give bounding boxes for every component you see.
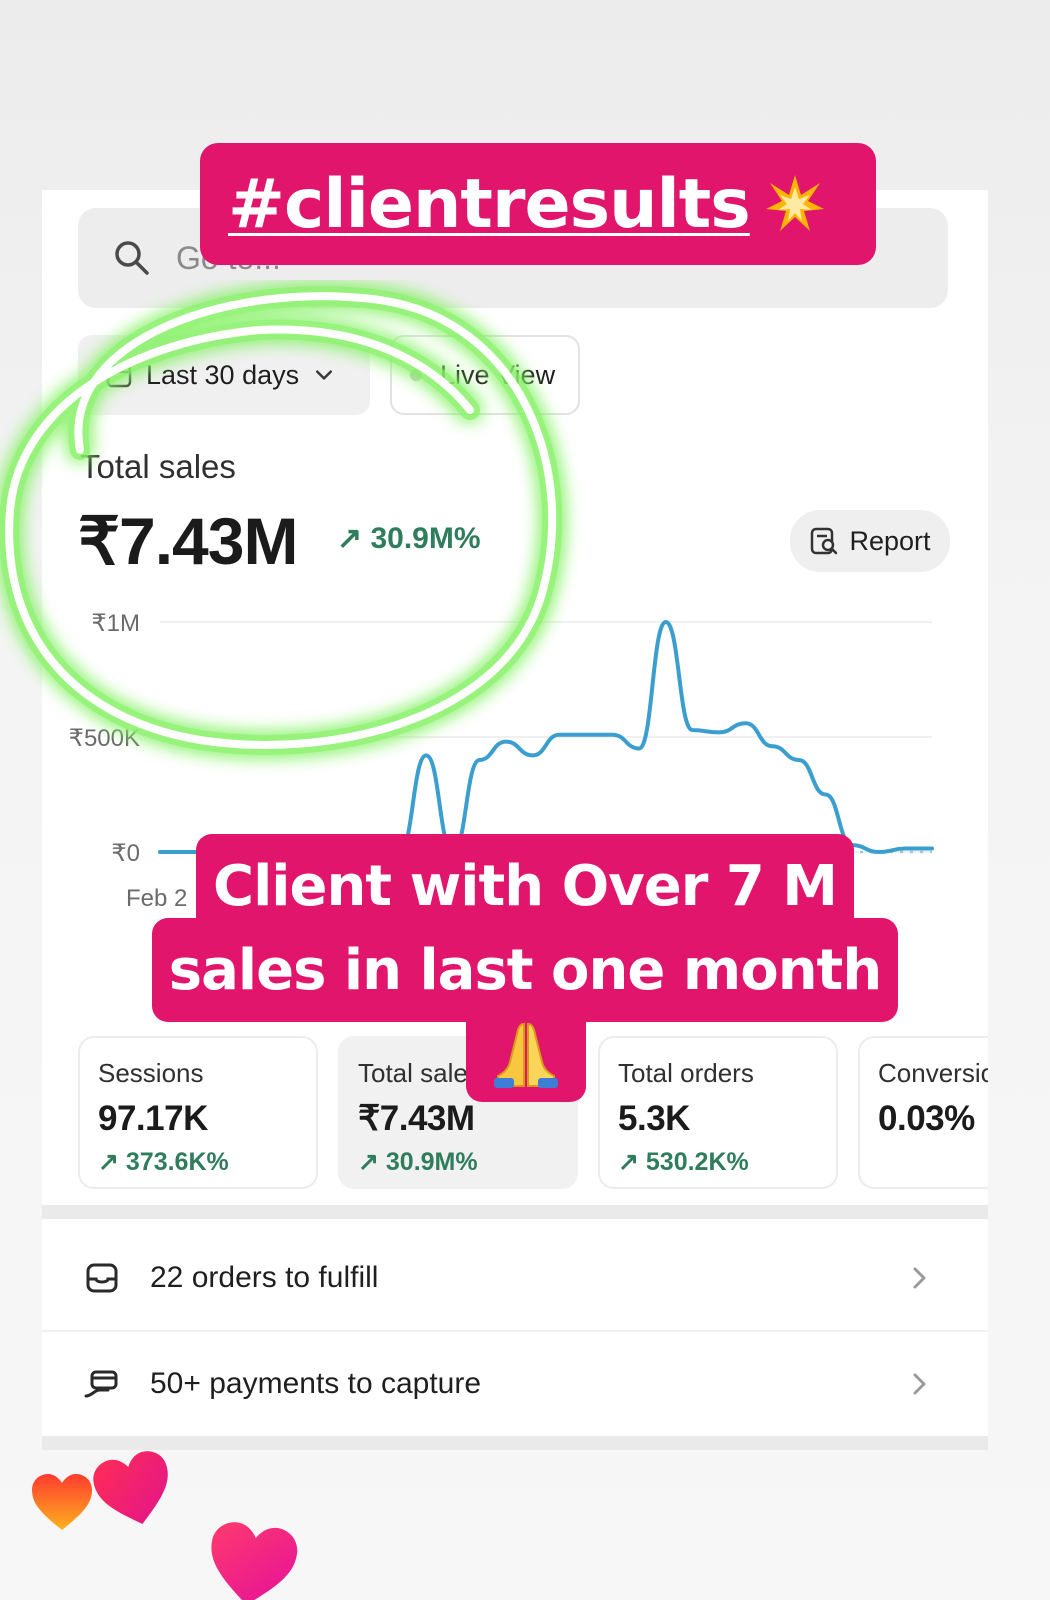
inbox-icon — [86, 1263, 118, 1293]
stat-card-total-orders[interactable]: Total orders 5.3K ↗ 530.2K% — [598, 1036, 838, 1189]
task-row-payments[interactable]: 50+ payments to capture — [42, 1332, 988, 1436]
y-tick-label: ₹500K — [69, 725, 140, 752]
section-divider — [42, 1205, 988, 1219]
stat-value: ₹7.43M — [358, 1099, 475, 1138]
stat-label: Total orders — [618, 1058, 754, 1088]
total-sales-label: Total sales — [80, 448, 236, 485]
chevron-right-icon — [913, 1373, 926, 1395]
total-sales-value: ₹7.43M — [78, 504, 298, 578]
stat-card-sessions[interactable]: Sessions 97.17K ↗ 373.6K% — [78, 1036, 318, 1189]
report-icon — [811, 527, 838, 555]
chevron-down-icon — [316, 370, 333, 380]
heart-sticker — [32, 1474, 92, 1530]
chevron-right-icon — [913, 1267, 926, 1289]
stat-value: 97.17K — [98, 1099, 208, 1138]
hashtag-sticker: #clientresults — [200, 143, 876, 265]
burst-emoji — [765, 175, 824, 231]
y-tick-label: ₹1M — [91, 610, 140, 637]
caption-sticker-line2: sales in last one month — [152, 918, 898, 1022]
live-status-dot — [410, 369, 422, 381]
y-tick-label: ₹0 — [111, 840, 140, 867]
task-label: 22 orders to fulfill — [150, 1261, 379, 1294]
caption-line1-text: Client with Over 7 M — [212, 853, 838, 919]
stat-label: Sessions — [98, 1058, 204, 1088]
date-range-button[interactable]: Last 30 days — [78, 335, 370, 415]
caption-sticker-emoji-front — [466, 1010, 586, 1102]
date-range-label: Last 30 days — [146, 359, 300, 390]
payment-icon — [84, 1370, 118, 1398]
stat-value: 5.3K — [618, 1099, 690, 1138]
task-label: 50+ payments to capture — [150, 1367, 482, 1400]
live-view-label: Live View — [440, 359, 556, 390]
stat-card-conversion[interactable]: Conversion rate 0.03% — [858, 1036, 988, 1189]
report-button[interactable]: Report — [790, 510, 950, 572]
total-sales-delta: ↗ 30.9M% — [337, 522, 481, 555]
heart-sticker — [93, 1451, 168, 1524]
search-icon — [115, 241, 149, 275]
live-view-button[interactable]: Live View — [390, 335, 580, 415]
pray-emoji — [494, 1022, 558, 1088]
stat-value: 0.03% — [878, 1099, 975, 1138]
stat-delta: ↗ 30.9M% — [358, 1148, 478, 1176]
caption-line2-text: sales in last one month — [168, 937, 882, 1003]
calendar-icon — [106, 364, 132, 388]
task-row-fulfill[interactable]: 22 orders to fulfill — [42, 1226, 988, 1330]
x-tick-label: Feb 2 — [126, 885, 187, 912]
stat-label: Conversion rate — [878, 1058, 988, 1088]
stat-delta: ↗ 373.6K% — [98, 1148, 229, 1176]
section-divider-bottom — [42, 1436, 988, 1450]
story-screenshot: Go to... Last 30 days Live View Total sa… — [0, 0, 1050, 1600]
stat-delta: ↗ 530.2K% — [618, 1148, 749, 1176]
heart-sticker — [211, 1522, 298, 1600]
hashtag-text: #clientresults — [228, 164, 751, 244]
report-label: Report — [849, 525, 931, 556]
